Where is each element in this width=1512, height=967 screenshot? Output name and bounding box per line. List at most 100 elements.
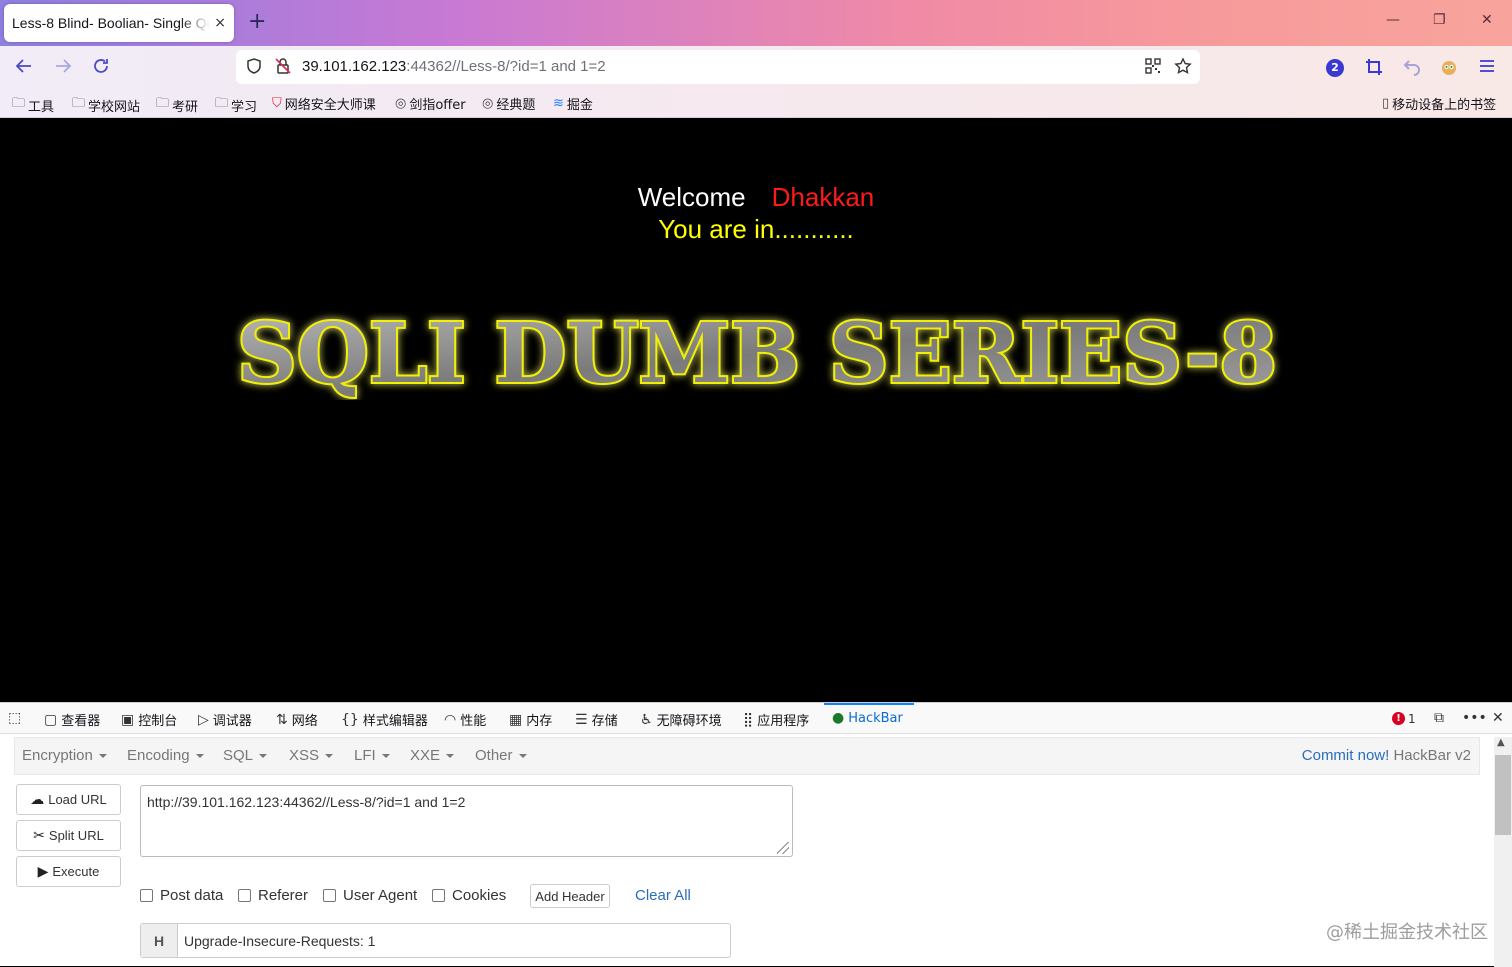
hackbar-url-input[interactable]: http://39.101.162.123:44362//Less-8/?id=… [140,785,793,857]
checkbox[interactable] [140,889,153,902]
welcome-text: Welcome [637,182,746,212]
extension-badge[interactable]: 2 [1326,59,1344,77]
clear-all-link[interactable]: Clear All [635,887,691,904]
error-count[interactable]: 1 [1408,712,1416,726]
devtools-close-icon[interactable]: ✕ [1492,710,1504,726]
error-icon[interactable]: ! [1392,712,1405,725]
element-picker-icon[interactable]: ⬚ [8,710,21,726]
checkbox[interactable] [432,889,445,902]
tab-performance[interactable]: ◠ 性能 [444,710,486,730]
commit-now-link[interactable]: Commit now! [1302,747,1390,764]
tab-memory[interactable]: ▦ 内存 [509,710,552,730]
network-icon: ⇅ [276,711,288,728]
devtools-panel: ⬚ ▢ 查看器 ▣ 控制台 ▷ 调试器 ⇅ 网络 {} 样式编辑器 ◠ 性能 ▦ 内存 ☰ 存储… [0,702,1512,967]
tab-close-icon[interactable]: × [214,15,226,31]
web-page: Welcome Dhakkan You are in........... SQL… [0,118,1512,702]
tab-storage[interactable]: ☰ 存储 [575,710,618,730]
menu-hamburger-icon[interactable] [1479,58,1495,78]
menu-sql[interactable]: SQL [223,747,268,764]
qr-code-icon[interactable] [1144,57,1162,79]
post-data-checkbox[interactable]: Post data [140,887,223,904]
tab-accessibility[interactable]: ♿ 无障碍环境 [640,710,722,730]
shield-icon[interactable] [245,57,263,79]
tab-bar: Less-8 Blind- Boolian- Single Quotes- St… [0,0,1512,46]
menu-other[interactable]: Other [475,747,527,764]
bookmark-item[interactable]: ⛉ 网络安全大师课 [272,94,376,113]
mobile-device-icon: ▯ [1382,96,1390,111]
menu-xxe[interactable]: XXE [410,747,455,764]
referer-checkbox[interactable]: Referer [238,887,308,904]
welcome-line: Welcome Dhakkan [0,182,1512,213]
load-url-button[interactable]: ☁ Load URL [16,784,121,815]
insecure-lock-icon[interactable] [274,57,292,79]
bookmark-item[interactable]: ◎ 经典题 [482,94,535,113]
menu-xss[interactable]: XSS [289,747,334,764]
folder-icon: 🗀 [12,96,26,111]
cookies-checkbox[interactable]: Cookies [432,887,506,904]
header-row: H Upgrade-Insecure-Requests: 1 [140,923,731,958]
shield-icon: ⛉ [272,96,282,111]
tab-network[interactable]: ⇅ 网络 [276,710,318,730]
folder-icon: 🗀 [156,96,170,111]
minimize-icon[interactable]: — [1386,12,1400,28]
header-value-input[interactable]: Upgrade-Insecure-Requests: 1 [178,924,730,957]
bookmark-item[interactable]: 🗀 工具 [12,94,54,116]
tab-style-editor[interactable]: {} 样式编辑器 [341,710,428,730]
tab-title: Less-8 Blind- Boolian- Single Quotes- St… [12,15,210,31]
reload-icon[interactable] [91,56,111,80]
tab-console[interactable]: ▣ 控制台 [121,710,177,730]
caret-down-icon [259,754,268,759]
split-url-button[interactable]: ✂ Split URL [16,820,121,851]
tab-inspector[interactable]: ▢ 查看器 [44,710,100,730]
commit-link[interactable]: Commit now! HackBar v2 [1302,747,1471,764]
menu-encoding[interactable]: Encoding [127,747,204,764]
scrollbar-thumb[interactable] [1495,755,1511,835]
hackbar-version: HackBar v2 [1393,747,1471,764]
caret-down-icon [518,754,527,759]
resize-grip-icon[interactable] [777,842,789,854]
debugger-icon: ▷ [198,711,209,728]
banner-text: SQLI DUMB SERIES-8 [237,310,1277,400]
folder-icon: 🗀 [72,96,86,111]
bookmark-item[interactable]: 🗀 学习 [215,94,257,116]
sqli-series-banner: SQLI DUMB SERIES-8 [235,310,1279,400]
mobile-bookmarks[interactable]: ▯ 移动设备上的书签 [1382,94,1496,113]
user-name: Dhakkan [771,182,875,212]
bookmark-item[interactable]: 🗀 考研 [156,94,198,116]
dock-icon[interactable]: ⧉ [1434,710,1444,726]
execute-button[interactable]: ▶ Execute [16,856,121,887]
restore-icon[interactable]: ❐ [1433,12,1446,28]
user-agent-checkbox[interactable]: User Agent [323,887,417,904]
tab-hackbar[interactable]: ● HackBar [832,710,903,726]
url-bar[interactable]: 39.101.162.123:44362//Less-8/?id=1 and 1… [236,50,1200,84]
header-label: H [141,924,178,957]
browser-tab[interactable]: Less-8 Blind- Boolian- Single Quotes- St… [4,4,234,42]
checkbox[interactable] [238,889,251,902]
console-icon: ▣ [121,711,135,728]
undo-icon[interactable] [1403,58,1421,80]
caret-down-icon [446,754,455,759]
bookmark-item[interactable]: 🗀 学校网站 [72,94,140,116]
tab-debugger[interactable]: ▷ 调试器 [198,710,252,730]
more-options-icon[interactable]: ••• [1462,710,1487,726]
scissors-icon: ✂ [33,827,45,843]
crop-icon[interactable] [1365,58,1383,80]
tab-application[interactable]: ⣿ 应用程序 [743,710,809,730]
add-header-button[interactable]: Add Header [530,884,610,908]
extension-face-icon[interactable] [1440,58,1458,80]
scroll-up-icon[interactable]: ▲ [1497,737,1505,748]
bookmark-star-icon[interactable] [1174,57,1192,79]
gauge-icon: ◠ [444,711,457,728]
checkbox[interactable] [323,889,336,902]
back-arrow-icon[interactable] [14,56,34,80]
window-close-icon[interactable]: ✕ [1481,12,1493,28]
bookmark-item[interactable]: ≋ 掘金 [553,94,593,113]
menu-encryption[interactable]: Encryption [22,747,107,764]
forward-arrow-icon[interactable] [53,56,73,80]
hackbar-icon: ● [832,710,845,726]
url-text[interactable]: 39.101.162.123:44362//Less-8/?id=1 and 1… [302,58,606,75]
watermark: @稀土掘金技术社区 [1326,922,1488,943]
bookmark-item[interactable]: ◎ 剑指offer [395,94,466,113]
new-tab-button[interactable]: + [248,10,266,34]
menu-lfi[interactable]: LFI [354,747,390,764]
